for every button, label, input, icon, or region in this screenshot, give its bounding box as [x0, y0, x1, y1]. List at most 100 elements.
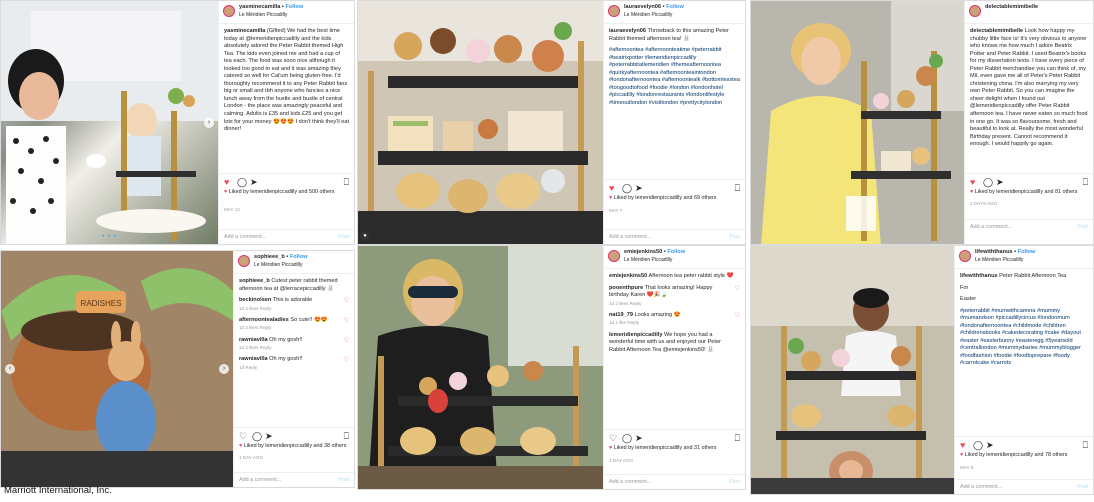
- follow-button[interactable]: Follow: [666, 4, 684, 10]
- comment-meta[interactable]: 1d 2 likes Reply: [239, 325, 341, 331]
- post-photo[interactable]: [751, 246, 954, 494]
- caption-username[interactable]: delectablemimibelle: [970, 28, 1023, 34]
- post-location[interactable]: Le Méridien Piccadilly: [239, 12, 287, 19]
- avatar[interactable]: [608, 250, 620, 262]
- post-username[interactable]: emiejenkins50 • Follow: [624, 249, 685, 257]
- likes-count[interactable]: ♥ Liked by lemeridienpiccadilly and 69 o…: [609, 195, 741, 202]
- like-icon[interactable]: ♥: [960, 439, 965, 451]
- post-comment-button[interactable]: Post: [1077, 224, 1088, 231]
- comment-icon[interactable]: ◯: [622, 182, 632, 194]
- comment-icon[interactable]: ◯: [983, 176, 993, 188]
- add-comment-input[interactable]: Add a comment...: [239, 477, 281, 484]
- avatar[interactable]: [969, 5, 981, 17]
- hashtags[interactable]: #afternoontea #afternoonteatime #peterra…: [609, 47, 740, 107]
- avatar[interactable]: [238, 255, 250, 267]
- comment-meta[interactable]: 1d 2 likes Reply: [609, 301, 732, 307]
- post-photo[interactable]: RADISHES ‹ ›: [1, 251, 233, 487]
- likes-count[interactable]: ♥ Liked by lemeridienpiccadilly and 38 o…: [239, 443, 350, 450]
- bookmark-icon[interactable]: ⎕: [735, 432, 740, 444]
- likes-count[interactable]: ♥ Liked by lemeridienpiccadilly and 31 o…: [609, 445, 741, 452]
- post-photo[interactable]: › • • •: [1, 1, 218, 244]
- avatar[interactable]: [223, 5, 235, 17]
- caption-username[interactable]: lauraevelyn06: [609, 28, 646, 34]
- post-location[interactable]: Le Méridien Piccadilly: [254, 262, 302, 269]
- post-comment-button[interactable]: Post: [338, 234, 349, 241]
- next-photo-button[interactable]: ›: [219, 364, 229, 374]
- likes-count[interactable]: ♥ Liked by lemeridienpiccadilly and 81 o…: [970, 189, 1089, 196]
- post-username[interactable]: delectablemimibelle: [985, 4, 1038, 12]
- post-comment-button[interactable]: Post: [729, 234, 740, 241]
- share-icon[interactable]: ➤: [635, 182, 643, 194]
- comment-username[interactable]: lemeridienpiccadilly: [609, 332, 662, 338]
- post-comment-button[interactable]: Post: [338, 477, 349, 484]
- add-comment-input[interactable]: Add a comment...: [970, 224, 1012, 231]
- like-icon[interactable]: ♥: [970, 176, 975, 188]
- bookmark-icon[interactable]: ⎕: [735, 182, 740, 194]
- comment-icon[interactable]: ◯: [622, 432, 632, 444]
- post-photo[interactable]: ●: [358, 1, 603, 244]
- share-icon[interactable]: ➤: [635, 432, 643, 444]
- follow-button[interactable]: Follow: [667, 249, 685, 255]
- comment-like-icon[interactable]: ♡: [344, 356, 349, 364]
- post-comment-button[interactable]: Post: [729, 479, 740, 486]
- add-comment-input[interactable]: Add a comment...: [224, 234, 266, 241]
- add-comment-input[interactable]: Add a comment...: [609, 234, 651, 241]
- post-photo[interactable]: [751, 1, 964, 244]
- comment-username[interactable]: afternoontealadies: [239, 317, 289, 323]
- post-username[interactable]: sophieee_b • Follow: [254, 254, 308, 262]
- comment-icon[interactable]: ◯: [973, 439, 983, 451]
- comment-meta[interactable]: 1d 1 like Reply: [609, 320, 732, 326]
- hashtags[interactable]: #peterrabbit #mumwithcamera #mummy #muma…: [960, 308, 1088, 368]
- comment-like-icon[interactable]: ♡: [735, 285, 740, 293]
- comment-username[interactable]: pooenthpure: [609, 285, 643, 291]
- bookmark-icon[interactable]: ⎕: [1083, 176, 1088, 188]
- user-tag-icon[interactable]: ●: [360, 231, 370, 241]
- comment-like-icon[interactable]: ♡: [344, 337, 349, 345]
- post-username[interactable]: lauraevelyn06 • Follow: [624, 4, 684, 12]
- comment-like-icon[interactable]: ♡: [344, 317, 349, 325]
- follow-button[interactable]: Follow: [290, 254, 308, 260]
- comment-username[interactable]: nat19_79: [609, 312, 633, 318]
- caption-username[interactable]: yasminecamilla: [224, 28, 265, 34]
- follow-button[interactable]: Follow: [285, 4, 303, 10]
- comment-meta[interactable]: 1d 2 likes Reply: [239, 345, 341, 351]
- bookmark-icon[interactable]: ⎕: [1083, 439, 1088, 451]
- add-comment-input[interactable]: Add a comment...: [609, 479, 651, 486]
- follow-button[interactable]: Follow: [1018, 249, 1036, 255]
- like-icon[interactable]: ♡: [239, 430, 247, 442]
- comment-meta[interactable]: 1d Reply: [239, 365, 341, 371]
- avatar[interactable]: [608, 5, 620, 17]
- comment-username[interactable]: beckinolsen: [239, 297, 271, 303]
- next-photo-button[interactable]: ›: [204, 117, 214, 128]
- share-icon[interactable]: ➤: [996, 176, 1004, 188]
- caption-username[interactable]: emiejenkins50: [609, 273, 647, 279]
- post-comment-button[interactable]: Post: [1077, 484, 1088, 491]
- comment-username[interactable]: rawniavilla: [239, 356, 268, 362]
- post-location[interactable]: Le Méridien Piccadilly: [975, 257, 1023, 264]
- avatar[interactable]: [959, 250, 971, 262]
- comment-like-icon[interactable]: ♡: [344, 297, 349, 305]
- previous-photo-button[interactable]: ‹: [5, 364, 15, 374]
- share-icon[interactable]: ➤: [265, 430, 273, 442]
- caption-username[interactable]: lifewiththanus: [960, 273, 998, 279]
- comment-icon[interactable]: ◯: [237, 176, 247, 188]
- add-comment-input[interactable]: Add a comment...: [960, 484, 1002, 491]
- share-icon[interactable]: ➤: [986, 439, 994, 451]
- post-photo[interactable]: [358, 246, 603, 489]
- bookmark-icon[interactable]: ⎕: [344, 430, 349, 442]
- comment-meta[interactable]: 1d 2 likes Reply: [239, 306, 341, 312]
- likes-count[interactable]: ♥ Liked by lemeridienpiccadilly and 500 …: [224, 189, 350, 196]
- bookmark-icon[interactable]: ⎕: [344, 176, 349, 188]
- like-icon[interactable]: ♥: [609, 182, 614, 194]
- comment-username[interactable]: rawniavilla: [239, 337, 268, 343]
- post-username[interactable]: yasminecamilla • Follow: [239, 4, 303, 12]
- like-icon[interactable]: ♡: [609, 432, 617, 444]
- post-location[interactable]: Le Méridien Piccadilly: [624, 12, 672, 19]
- post-location[interactable]: Le Méridien Piccadilly: [624, 257, 672, 264]
- like-icon[interactable]: ♥: [224, 176, 229, 188]
- share-icon[interactable]: ➤: [250, 176, 258, 188]
- likes-count[interactable]: ♥ Liked by lemeridienpiccadilly and 78 o…: [960, 452, 1089, 459]
- comment-like-icon[interactable]: ♡: [735, 312, 740, 320]
- caption-username[interactable]: sophieee_b: [239, 278, 270, 284]
- post-username[interactable]: lifewiththanus • Follow: [975, 249, 1035, 257]
